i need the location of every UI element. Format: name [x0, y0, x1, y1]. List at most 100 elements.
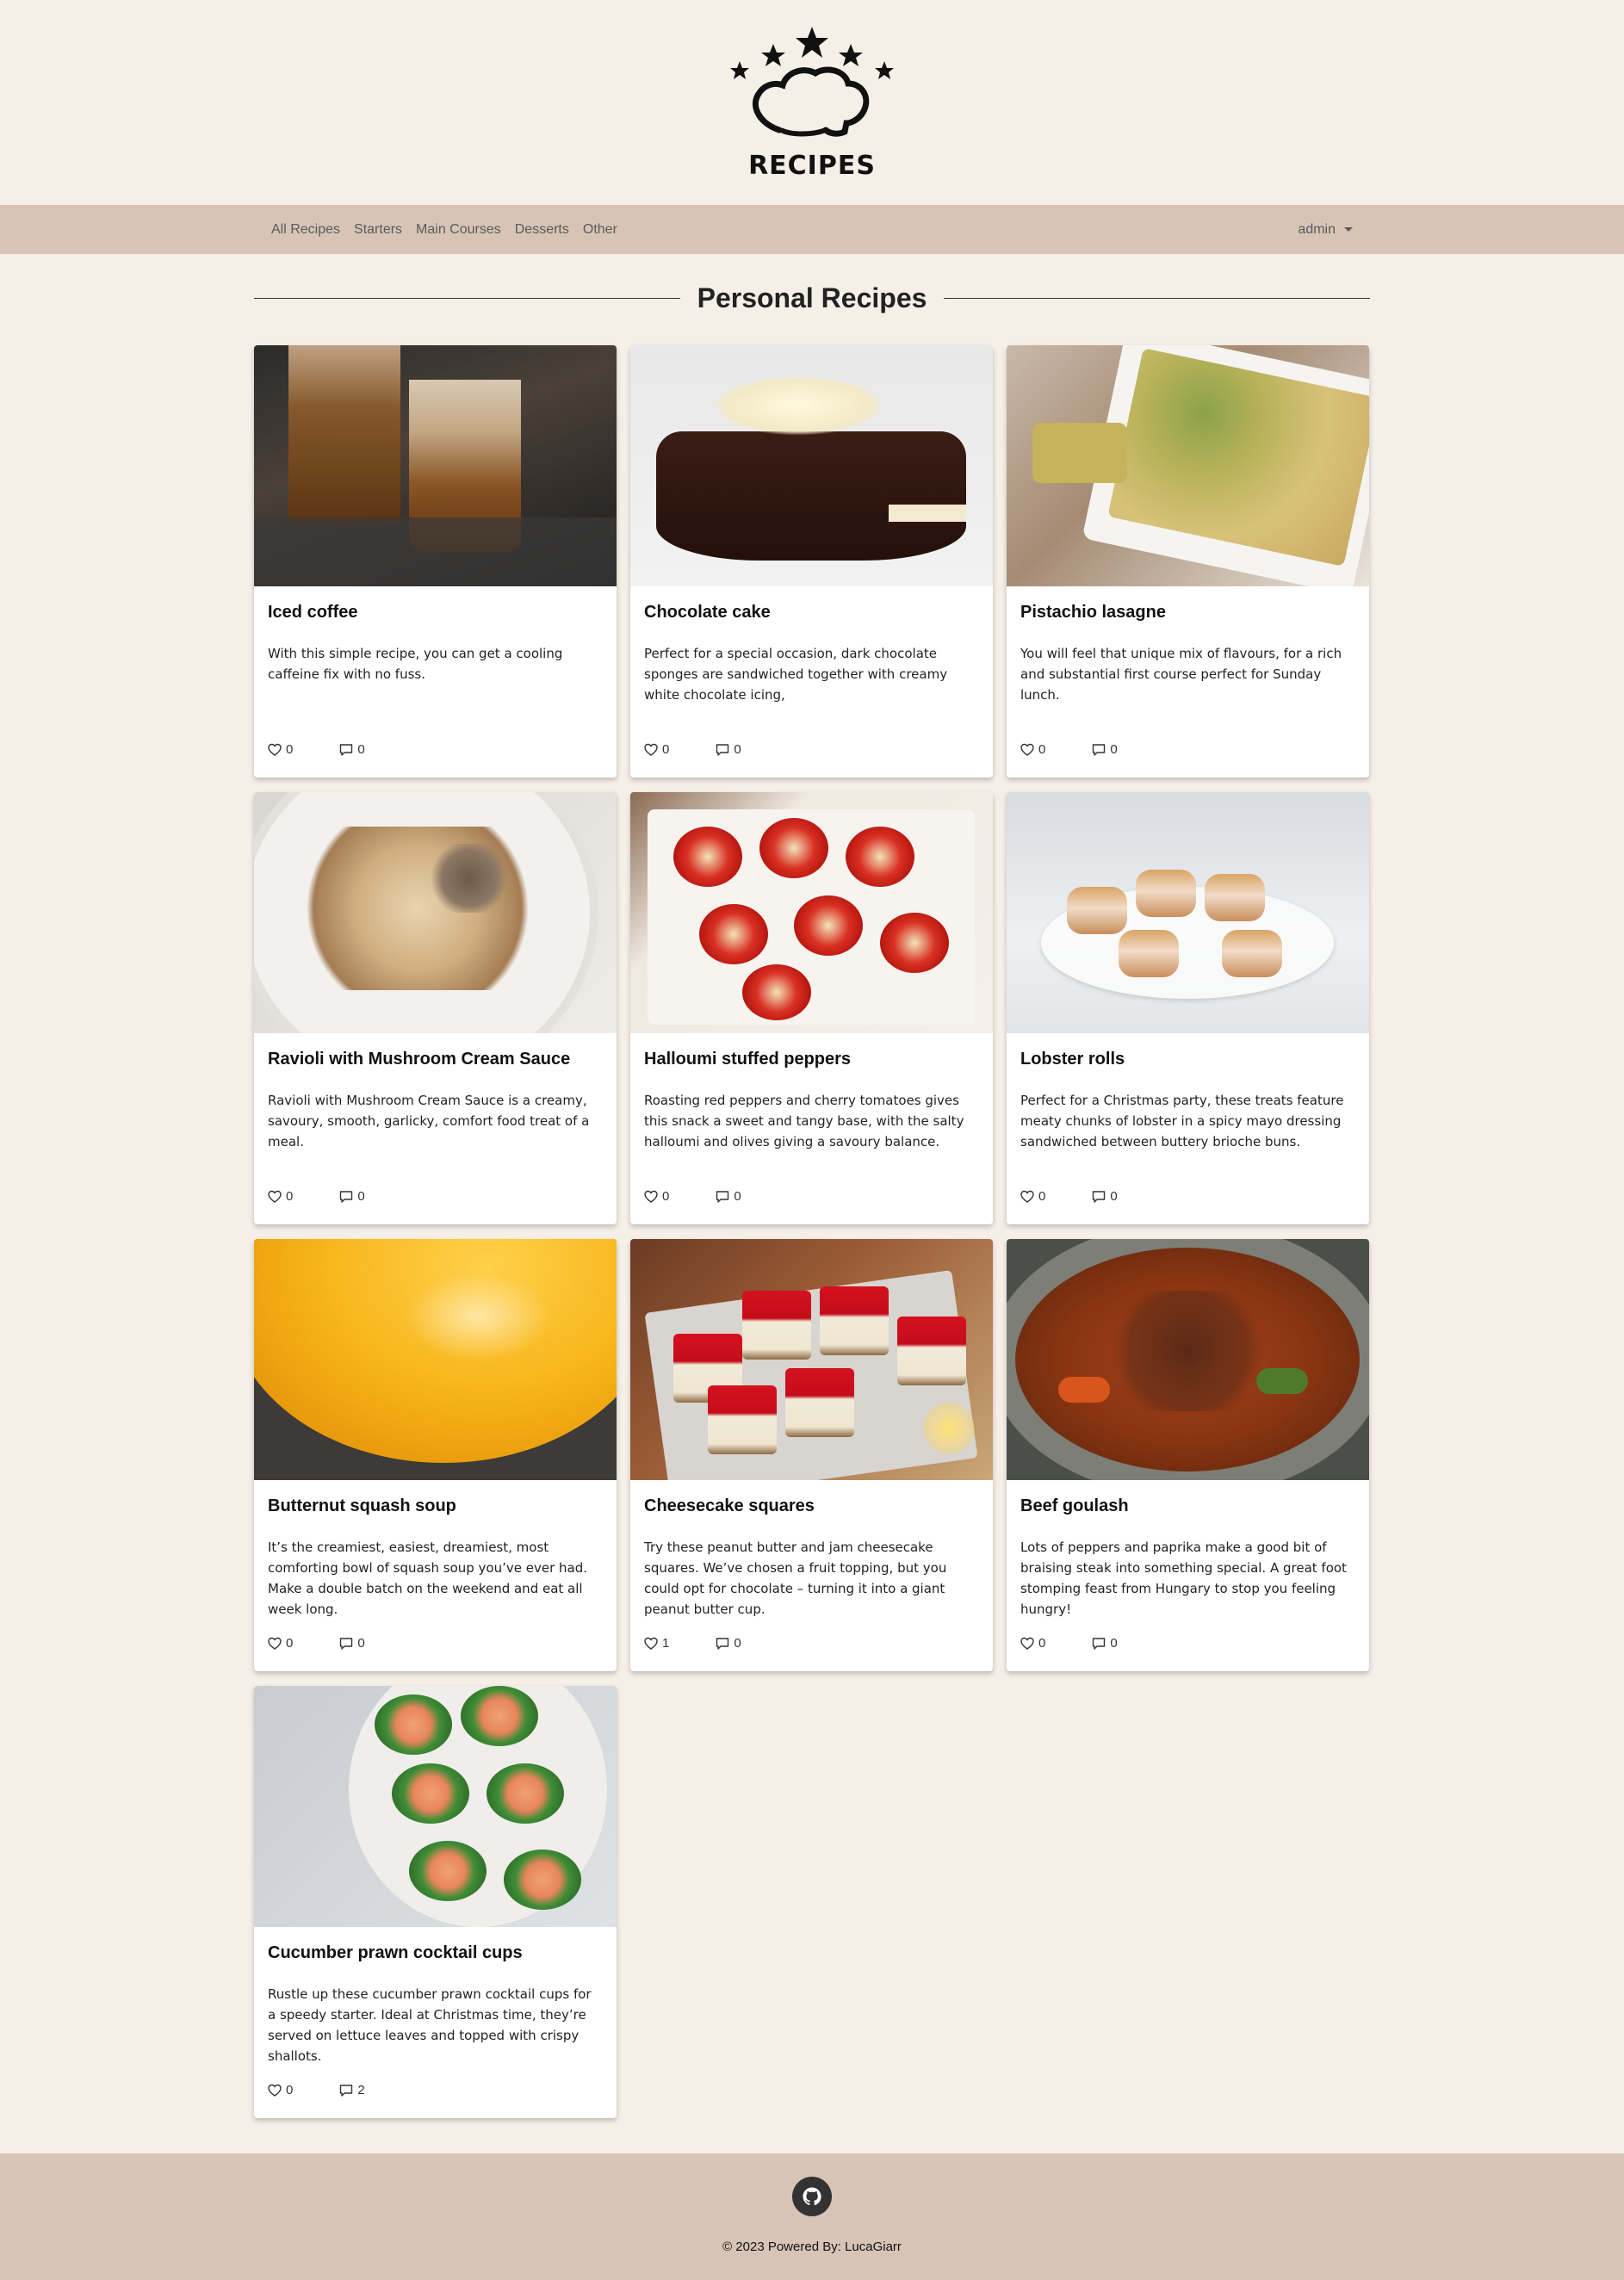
recipe-card[interactable]: Halloumi stuffed peppers Roasting red pe… — [630, 792, 993, 1224]
likes-stat[interactable]: 0 — [1020, 1636, 1045, 1651]
comments-stat[interactable]: 0 — [1092, 742, 1118, 757]
likes-stat[interactable]: 0 — [268, 1189, 293, 1204]
likes-stat[interactable]: 0 — [268, 1636, 293, 1651]
recipe-title[interactable]: Lobster rolls — [1020, 1047, 1355, 1071]
recipe-card[interactable]: Ravioli with Mushroom Cream Sauce Raviol… — [254, 792, 617, 1224]
recipe-title[interactable]: Beef goulash — [1020, 1494, 1355, 1518]
heart-icon — [1020, 1637, 1034, 1650]
recipe-card[interactable]: Cheesecake squares Try these peanut butt… — [630, 1239, 993, 1671]
recipe-stats: 0 0 — [268, 1636, 412, 1651]
likes-stat[interactable]: 0 — [644, 1189, 669, 1204]
navbar: All Recipes Starters Main Courses Desser… — [0, 205, 1624, 254]
comments-stat[interactable]: 0 — [1092, 1636, 1118, 1651]
nav-link-main-courses[interactable]: Main Courses — [416, 222, 501, 238]
nav-link-other[interactable]: Other — [583, 222, 617, 238]
likes-stat[interactable]: 0 — [268, 2083, 293, 2097]
card-body: Lobster rolls Perfect for a Christmas pa… — [1007, 1033, 1369, 1224]
comments-count: 0 — [1110, 1636, 1118, 1651]
recipe-description: Try these peanut butter and jam cheeseca… — [644, 1540, 947, 1617]
likes-count: 0 — [1038, 1189, 1046, 1204]
nav-links: All Recipes Starters Main Courses Desser… — [254, 222, 631, 238]
comments-stat[interactable]: 0 — [716, 1189, 741, 1204]
recipe-description: Rustle up these cucumber prawn cocktail … — [268, 1986, 592, 2064]
comments-stat[interactable]: 0 — [339, 742, 365, 757]
recipe-stats: 0 0 — [1020, 1189, 1164, 1204]
logo[interactable]: RECIPES — [726, 25, 898, 181]
comments-stat[interactable]: 0 — [716, 742, 741, 757]
recipe-stats: 0 0 — [1020, 1636, 1164, 1651]
footer-text: © 2023 Powered By: LucaGiarr — [722, 2240, 902, 2254]
comments-count: 2 — [357, 2083, 365, 2097]
recipe-title[interactable]: Ravioli with Mushroom Cream Sauce — [268, 1047, 603, 1071]
heart-icon — [268, 1637, 282, 1650]
comment-icon — [340, 743, 353, 756]
recipe-stats: 0 2 — [268, 2083, 412, 2097]
recipe-image — [1007, 345, 1369, 586]
nav-link-desserts[interactable]: Desserts — [515, 222, 569, 238]
comment-icon — [716, 1637, 729, 1650]
recipe-description: Ravioli with Mushroom Cream Sauce is a c… — [268, 1093, 590, 1149]
likes-stat[interactable]: 1 — [644, 1636, 669, 1651]
recipe-description: Lots of peppers and paprika make a good … — [1020, 1540, 1347, 1617]
likes-count: 0 — [286, 2083, 294, 2097]
comments-stat[interactable]: 2 — [339, 2083, 365, 2097]
comment-icon — [340, 2084, 353, 2097]
recipe-image — [630, 345, 993, 586]
user-dropdown[interactable]: admin — [1298, 222, 1370, 238]
recipe-card[interactable]: Beef goulash Lots of peppers and paprika… — [1007, 1239, 1369, 1671]
recipe-title[interactable]: Cheesecake squares — [644, 1494, 979, 1518]
site-header: RECIPES — [0, 0, 1624, 205]
recipe-card[interactable]: Iced coffee With this simple recipe, you… — [254, 345, 617, 778]
recipe-image — [254, 792, 617, 1033]
recipe-title[interactable]: Butternut squash soup — [268, 1494, 603, 1518]
nav-link-starters[interactable]: Starters — [354, 222, 402, 238]
comments-stat[interactable]: 0 — [339, 1189, 365, 1204]
likes-stat[interactable]: 0 — [1020, 742, 1045, 757]
recipe-card[interactable]: Pistachio lasagne You will feel that uni… — [1007, 345, 1369, 778]
recipe-image — [254, 1686, 617, 1927]
comments-stat[interactable]: 0 — [1092, 1189, 1118, 1204]
comments-stat[interactable]: 0 — [716, 1636, 741, 1651]
recipe-title[interactable]: Pistachio lasagne — [1020, 600, 1355, 624]
github-icon — [803, 2187, 821, 2206]
recipe-image — [1007, 792, 1369, 1033]
comments-count: 0 — [357, 1189, 365, 1204]
recipe-stats: 0 0 — [268, 1189, 412, 1204]
recipe-description: Roasting red peppers and cherry tomatoes… — [644, 1093, 964, 1149]
recipe-description: With this simple recipe, you can get a c… — [268, 646, 563, 682]
recipe-title[interactable]: Chocolate cake — [644, 600, 979, 624]
recipe-image — [630, 1239, 993, 1480]
card-body: Chocolate cake Perfect for a special occ… — [630, 586, 993, 778]
card-body: Cucumber prawn cocktail cups Rustle up t… — [254, 1927, 617, 2118]
heart-icon — [1020, 743, 1034, 756]
nav-link-all-recipes[interactable]: All Recipes — [271, 222, 340, 238]
card-body: Cheesecake squares Try these peanut butt… — [630, 1480, 993, 1671]
recipe-title[interactable]: Cucumber prawn cocktail cups — [268, 1941, 603, 1965]
heart-icon — [644, 1637, 658, 1650]
likes-count: 0 — [286, 742, 294, 757]
recipe-card[interactable]: Lobster rolls Perfect for a Christmas pa… — [1007, 792, 1369, 1224]
github-link[interactable] — [792, 2177, 832, 2216]
recipe-title[interactable]: Iced coffee — [268, 600, 603, 624]
recipe-grid: Iced coffee With this simple recipe, you… — [254, 345, 1370, 2118]
card-body: Ravioli with Mushroom Cream Sauce Raviol… — [254, 1033, 617, 1224]
recipe-stats: 0 0 — [644, 1189, 788, 1204]
likes-count: 1 — [662, 1636, 670, 1651]
likes-stat[interactable]: 0 — [644, 742, 669, 757]
recipe-title[interactable]: Halloumi stuffed peppers — [644, 1047, 979, 1071]
page-title: Personal Recipes — [697, 282, 927, 313]
recipe-card[interactable]: Butternut squash soup It’s the creamiest… — [254, 1239, 617, 1671]
recipe-card[interactable]: Chocolate cake Perfect for a special occ… — [630, 345, 993, 778]
comments-stat[interactable]: 0 — [339, 1636, 365, 1651]
heart-icon — [644, 1190, 658, 1203]
recipe-image — [254, 1239, 617, 1480]
comment-icon — [716, 743, 729, 756]
comments-count: 0 — [357, 1636, 365, 1651]
comment-icon — [1093, 1190, 1106, 1203]
likes-count: 0 — [286, 1189, 294, 1204]
recipe-stats: 0 0 — [644, 742, 788, 757]
recipe-card[interactable]: Cucumber prawn cocktail cups Rustle up t… — [254, 1686, 617, 2118]
likes-stat[interactable]: 0 — [268, 742, 293, 757]
divider — [254, 297, 680, 299]
likes-stat[interactable]: 0 — [1020, 1189, 1045, 1204]
